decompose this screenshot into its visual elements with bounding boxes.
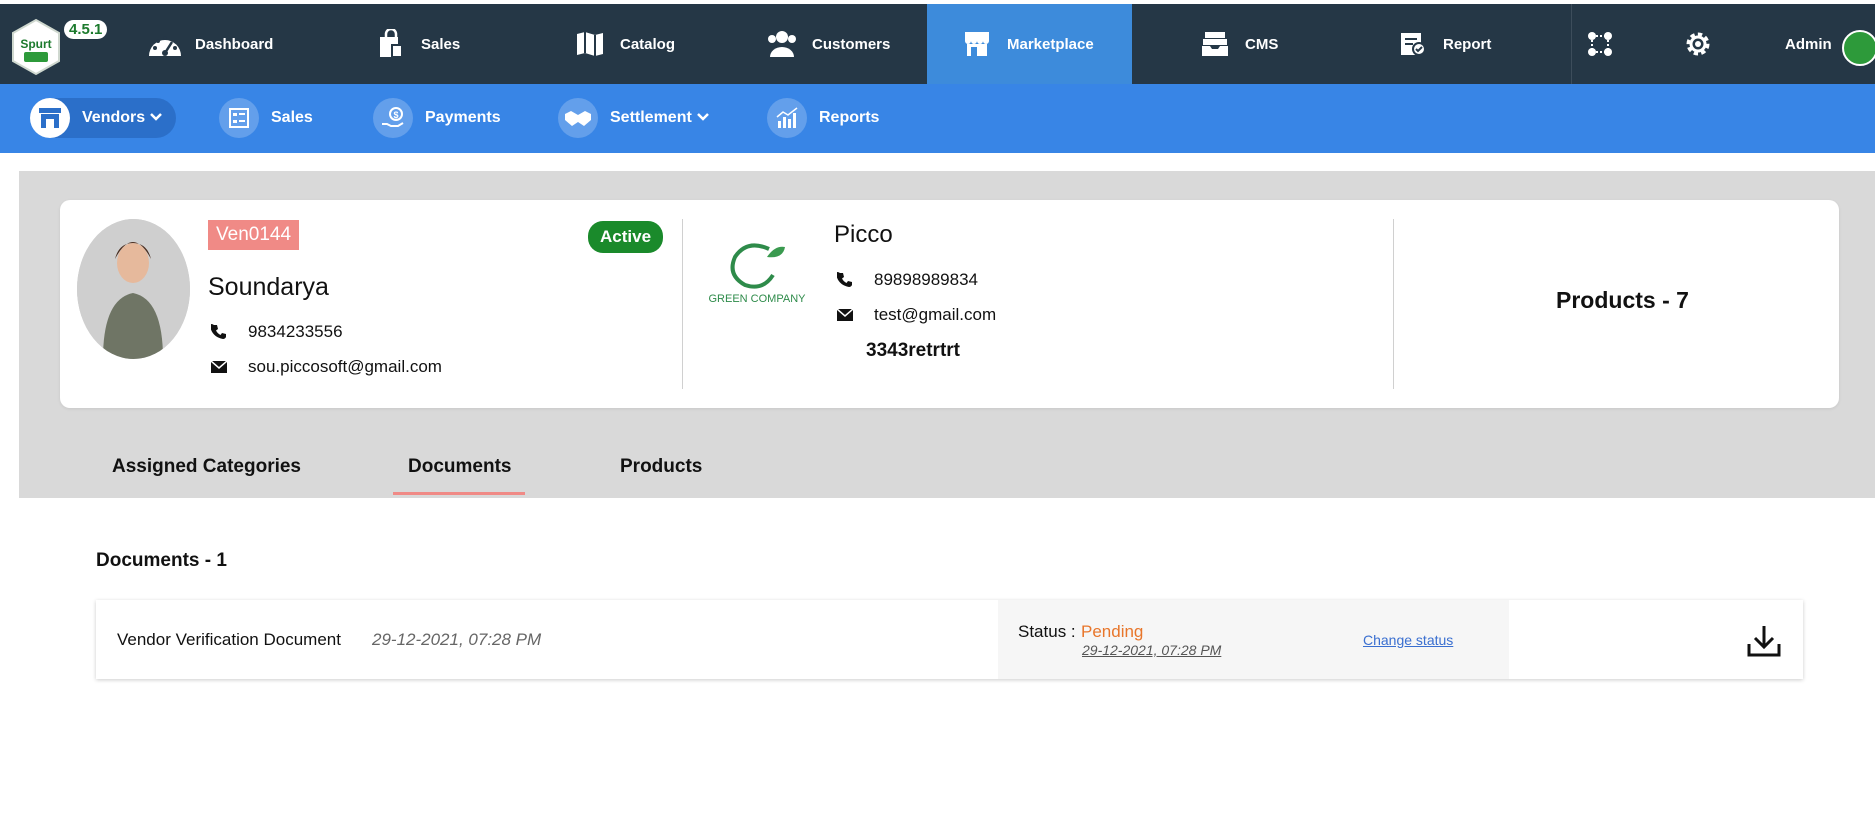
company-email: test@gmail.com xyxy=(874,305,997,324)
logo-text: Spurt xyxy=(20,37,51,51)
map-icon xyxy=(570,28,610,60)
change-status-link[interactable]: Change status xyxy=(1363,632,1453,648)
products-summary: Products - 7 xyxy=(1556,287,1689,313)
vendor-id-badge: Ven0144 xyxy=(208,220,300,250)
nav-label: Customers xyxy=(812,35,891,53)
subnav-sales[interactable]: Sales xyxy=(219,98,313,138)
status-label: Status : xyxy=(1018,622,1076,641)
company-logo: GREEN COMPANY xyxy=(707,227,807,327)
nav-cms[interactable]: CMS xyxy=(1195,4,1278,84)
list-item xyxy=(96,600,1803,679)
nav-dashboard[interactable]: Dashboard xyxy=(145,4,273,84)
card-divider xyxy=(1393,219,1394,389)
tab-assigned-categories[interactable]: Assigned Categories xyxy=(112,456,301,478)
nav-label: CMS xyxy=(1245,35,1279,53)
sub-navigation: Vendors Sales $ Payments Settlement Repo… xyxy=(0,84,1875,153)
nav-label: Catalog xyxy=(620,35,676,53)
shopping-bag-icon xyxy=(371,28,411,60)
tab-documents[interactable]: Documents xyxy=(408,456,511,478)
dashboard-gauge-icon xyxy=(145,28,185,60)
company-logo-text: GREEN COMPANY xyxy=(709,293,807,305)
vendor-phone: 9834233556 xyxy=(248,322,343,341)
gear-icon xyxy=(1678,28,1718,60)
bar-chart-icon xyxy=(767,98,807,138)
nav-catalog[interactable]: Catalog xyxy=(570,4,675,84)
subnav-label: Reports xyxy=(819,109,880,126)
payment-hand-icon: $ xyxy=(373,98,413,138)
nav-hierarchy[interactable] xyxy=(1580,4,1630,84)
subnav-payments[interactable]: $ Payments xyxy=(373,98,501,138)
company-name: Picco xyxy=(834,221,893,248)
phone-icon xyxy=(834,271,856,289)
status-date: 29-12-2021, 07:28 PM xyxy=(1082,642,1222,658)
nav-marketplace[interactable]: Marketplace xyxy=(927,4,1132,84)
subnav-settlement[interactable]: Settlement xyxy=(558,98,709,138)
company-email-row: test@gmail.com xyxy=(834,305,996,325)
active-tab-indicator xyxy=(393,492,525,495)
document-date: 29-12-2021, 07:28 PM xyxy=(372,630,542,649)
vendor-name: Soundarya xyxy=(208,273,329,301)
subnav-reports[interactable]: Reports xyxy=(767,98,879,138)
inbox-icon xyxy=(1195,28,1235,60)
phone-icon xyxy=(208,323,230,341)
nav-label: Report xyxy=(1443,35,1492,53)
sales-list-icon xyxy=(219,98,259,138)
nav-customers[interactable]: Customers xyxy=(762,4,890,84)
top-navigation: Spurt 4.5.1 Dashboard Sales Catalog Cust… xyxy=(0,4,1875,84)
chevron-down-icon xyxy=(696,109,709,127)
chevron-down-icon xyxy=(150,109,163,127)
vendor-photo xyxy=(77,219,190,359)
card-divider xyxy=(682,219,683,389)
nav-label: Marketplace xyxy=(1007,35,1094,53)
download-icon[interactable] xyxy=(1746,624,1782,658)
vendor-phone-row: 9834233556 xyxy=(208,322,343,342)
spurt-logo[interactable]: Spurt xyxy=(10,18,62,76)
nav-settings[interactable] xyxy=(1678,4,1728,84)
vendor-email-row: sou.piccosoft@gmail.com xyxy=(208,357,442,377)
status-value: Pending xyxy=(1081,622,1144,641)
document-name: Vendor Verification Document xyxy=(117,630,341,649)
version-badge: 4.5.1 xyxy=(64,20,108,39)
mail-icon xyxy=(834,306,856,324)
admin-menu[interactable]: Admin xyxy=(1785,4,1832,84)
users-icon xyxy=(762,28,802,60)
vendor-store-icon xyxy=(30,98,70,138)
admin-label: Admin xyxy=(1785,35,1832,53)
vendor-email: sou.piccosoft@gmail.com xyxy=(248,357,442,376)
svg-text:$: $ xyxy=(393,110,398,120)
subnav-label: Payments xyxy=(425,109,501,126)
nav-label: Dashboard xyxy=(195,35,274,53)
nav-label: Sales xyxy=(421,35,461,53)
hierarchy-icon xyxy=(1580,28,1620,60)
handshake-icon xyxy=(558,98,598,138)
subnav-vendors[interactable]: Vendors xyxy=(30,98,177,138)
status-badge: Active xyxy=(588,221,664,253)
avatar[interactable] xyxy=(1842,30,1875,66)
company-address: 3343retrtrt xyxy=(866,340,960,361)
documents-heading: Documents - 1 xyxy=(96,550,227,571)
nav-sales[interactable]: Sales xyxy=(371,4,460,84)
company-phone: 89898989834 xyxy=(874,270,979,289)
tab-products[interactable]: Products xyxy=(620,456,702,478)
company-phone-row: 89898989834 xyxy=(834,270,978,290)
report-icon xyxy=(1393,28,1433,60)
subnav-label: Vendors xyxy=(82,109,146,126)
subnav-label: Settlement xyxy=(610,109,692,126)
store-icon xyxy=(957,28,997,60)
mail-icon xyxy=(208,358,230,376)
subnav-label: Sales xyxy=(271,109,313,126)
nav-report[interactable]: Report xyxy=(1393,4,1491,84)
nav-separator xyxy=(1571,4,1572,84)
